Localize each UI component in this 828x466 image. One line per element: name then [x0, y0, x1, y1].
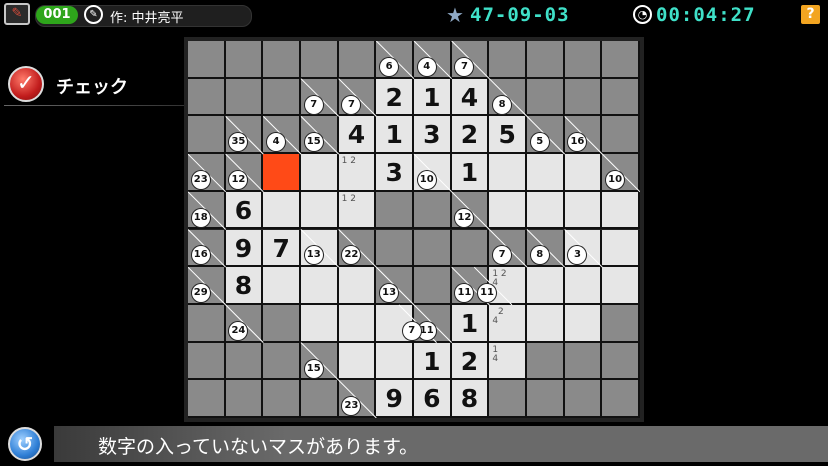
bottom-bar: ↺ 数字の入っていないマスがあります。 [0, 424, 828, 466]
sum-clue: 13 [380, 284, 399, 303]
sum-clue: 15 [304, 133, 323, 152]
sum-clue: 7 [455, 57, 474, 76]
author-icon: ✎ [84, 5, 103, 24]
sum-clue: 13 [304, 246, 323, 265]
check-button[interactable]: ✓ チェック [4, 64, 184, 106]
sum-clue: 10 [417, 171, 436, 190]
sum-clue: 23 [342, 397, 361, 416]
sum-clue: 11 [478, 284, 497, 303]
timer: 00:04:27 [656, 4, 756, 26]
message-text: 数字の入っていないマスがあります。 [98, 436, 419, 458]
sum-clue: 11 [455, 284, 474, 303]
sum-clue: 18 [191, 208, 210, 227]
puzzle-id: 47-09-03 [470, 4, 570, 26]
top-bar: ✎ 001 ✎ 作: 中井亮平 ★ 47-09-03 ◔ 00:04:27 ? [0, 0, 828, 30]
sum-clue: 15 [304, 359, 323, 378]
sum-clue: 12 [229, 171, 248, 190]
sum-clue: 6 [380, 57, 399, 76]
back-button[interactable]: ↺ [8, 427, 42, 461]
sum-clue: 8 [530, 246, 549, 265]
sum-clue: 29 [191, 284, 210, 303]
sum-clue: 4 [267, 133, 286, 152]
sum-clue: 35 [229, 133, 248, 152]
puzzle-board: 214413251 23161 29781 2 41 2 4121 4968 6… [184, 37, 644, 422]
sum-clue: 7 [402, 321, 421, 340]
help-button[interactable]: ? [801, 5, 820, 24]
clue-layer: 6 4 7 7 7 8 15 4 35 5 16 12 23 10 10 18 12 16 13 22 7 8 3 29 13 1… [188, 41, 640, 418]
tool-icon[interactable]: ✎ [4, 3, 30, 25]
sum-clue: 24 [229, 321, 248, 340]
sum-clue: 5 [530, 133, 549, 152]
sum-clue: 7 [342, 95, 361, 114]
clock-icon: ◔ [633, 5, 652, 24]
sum-clue: 23 [191, 171, 210, 190]
check-icon: ✓ [8, 66, 44, 102]
check-underline [4, 105, 184, 106]
sum-clue: 10 [606, 171, 625, 190]
author-label: 作: 中井亮平 [110, 11, 184, 26]
star-icon: ★ [446, 3, 464, 27]
sum-clue: 4 [417, 57, 436, 76]
sum-clue: 16 [191, 246, 210, 265]
sum-clue: 16 [568, 133, 587, 152]
sum-clue: 7 [493, 246, 512, 265]
check-label: チェック [56, 77, 128, 98]
sum-clue: 7 [304, 95, 323, 114]
message-bar: 数字の入っていないマスがあります。 [54, 426, 828, 462]
sum-clue: 12 [455, 208, 474, 227]
sum-clue: 22 [342, 246, 361, 265]
sum-clue: 8 [493, 95, 512, 114]
sum-clue: 3 [568, 246, 587, 265]
puzzle-number-badge: 001 [36, 6, 78, 24]
